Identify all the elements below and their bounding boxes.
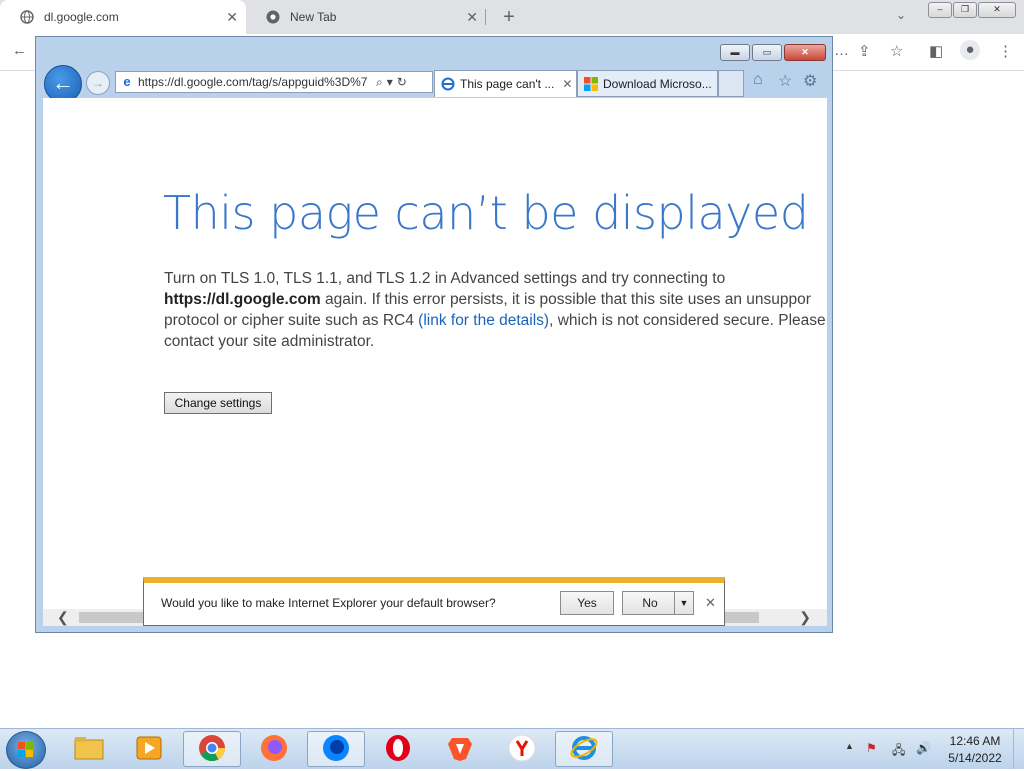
start-button[interactable]: [6, 731, 46, 769]
notification-text: Would you like to make Internet Explorer…: [161, 596, 496, 610]
ie-tab-label: This page can't ...: [460, 77, 555, 91]
favorites-star-icon[interactable]: ☆: [778, 71, 792, 91]
more-icon[interactable]: …: [834, 42, 849, 59]
home-icon[interactable]: ⌂: [753, 71, 763, 89]
error-line-4: contact your site administrator.: [164, 333, 375, 350]
menu-kebab-icon[interactable]: ⋮: [998, 42, 1013, 60]
details-link[interactable]: (link for the details): [418, 312, 549, 329]
firefox-developer-icon: [322, 734, 350, 765]
taskbar-brave[interactable]: [431, 731, 489, 767]
internet-explorer-window: ▬ ▭ ✕ ← → e https://dl.google.com/tag/s/…: [35, 36, 833, 633]
no-button[interactable]: No ▼: [622, 591, 694, 615]
no-button-label: No: [642, 596, 658, 610]
system-clock[interactable]: 12:46 AM 5/14/2022: [940, 733, 1010, 767]
action-center-flag-icon[interactable]: ⚑: [866, 741, 877, 755]
chrome-tab-dl-google[interactable]: dl.google.com ✕: [0, 0, 246, 34]
page-title: This page can’t be displayed: [163, 186, 809, 240]
side-panel-icon[interactable]: ◧: [929, 42, 943, 60]
ie-maximize-button[interactable]: ▭: [752, 44, 782, 61]
taskbar-file-explorer[interactable]: [60, 731, 118, 767]
close-tab-icon[interactable]: ✕: [562, 77, 572, 91]
error-line-2-text: again. If this error persists, it is pos…: [320, 291, 811, 308]
ie-page-icon: [441, 77, 455, 91]
taskbar: ▲ ⚑ 🖧 🔊 12:46 AM 5/14/2022: [0, 728, 1024, 769]
clock-time: 12:46 AM: [949, 734, 1001, 748]
bookmark-star-icon[interactable]: ☆: [890, 42, 903, 60]
ie-close-button[interactable]: ✕: [784, 44, 826, 61]
chrome-tab-new-tab[interactable]: New Tab ✕: [246, 0, 486, 34]
yandex-icon: [508, 734, 536, 765]
forward-button[interactable]: →: [86, 71, 110, 95]
chrome-close-button[interactable]: ✕: [978, 2, 1016, 18]
chrome-minimize-button[interactable]: –: [928, 2, 952, 18]
error-line-2: https://dl.google.com again. If this err…: [164, 289, 827, 310]
profile-avatar-icon[interactable]: ●: [960, 40, 980, 60]
ie-caption-buttons: ▬ ▭ ✕: [718, 44, 826, 61]
scroll-left-arrow-icon[interactable]: ❮: [57, 609, 69, 626]
chrome-tab-label: New Tab: [290, 10, 337, 24]
error-line-3-tail: , which is not considered secure. Please: [549, 312, 826, 329]
error-line-3-text: protocol or cipher suite such as RC4: [164, 312, 419, 329]
brave-icon: [446, 734, 474, 765]
taskbar-opera[interactable]: [369, 731, 427, 767]
ie-new-tab-button[interactable]: [718, 70, 744, 97]
refresh-icon[interactable]: ↻: [397, 75, 407, 89]
back-arrow-icon[interactable]: ←: [12, 42, 27, 59]
address-bar[interactable]: e https://dl.google.com/tag/s/appguid%3D…: [115, 71, 433, 93]
yes-button[interactable]: Yes: [560, 591, 614, 615]
taskbar-firefox[interactable]: [245, 731, 303, 767]
scroll-right-arrow-icon[interactable]: ❯: [799, 609, 811, 626]
ie-logo-icon: e: [123, 74, 131, 89]
change-settings-button[interactable]: Change settings: [164, 392, 272, 414]
tab-search-chevron-icon[interactable]: ⌄: [896, 8, 906, 22]
network-icon[interactable]: 🖧: [892, 741, 905, 762]
globe-icon: [20, 10, 34, 24]
chrome-tab-label: dl.google.com: [44, 10, 119, 24]
new-tab-button[interactable]: +: [500, 6, 518, 29]
taskbar-yandex[interactable]: [493, 731, 551, 767]
default-browser-notification: Would you like to make Internet Explorer…: [143, 577, 725, 626]
error-host: https://dl.google.com: [164, 291, 321, 308]
close-icon[interactable]: ✕: [705, 595, 716, 611]
volume-icon[interactable]: 🔊: [916, 741, 931, 755]
search-icon[interactable]: ⌕: [376, 75, 383, 90]
microsoft-logo-icon: [584, 76, 598, 91]
gear-icon[interactable]: ⚙: [803, 71, 817, 91]
chevron-down-icon[interactable]: ▼: [674, 592, 693, 614]
share-icon[interactable]: ⇪: [858, 42, 871, 60]
address-text[interactable]: https://dl.google.com/tag/s/appguid%3D%7: [138, 75, 372, 89]
show-desktop-button[interactable]: [1013, 729, 1024, 769]
chrome-icon: [198, 734, 226, 765]
close-tab-icon[interactable]: ✕: [466, 9, 478, 26]
taskbar-firefox-developer[interactable]: [307, 731, 365, 767]
error-message: Turn on TLS 1.0, TLS 1.1, and TLS 1.2 in…: [164, 268, 827, 352]
clock-date: 5/14/2022: [948, 751, 1002, 765]
error-line-3: protocol or cipher suite such as RC4 (li…: [164, 310, 827, 331]
chrome-tab-strip: dl.google.com ✕ New Tab ✕ + ⌄ – ❐ ✕: [0, 0, 1024, 34]
opera-icon: [384, 734, 412, 765]
page-content: This page can’t be displayed Turn on TLS…: [43, 98, 827, 609]
folder-icon: [74, 735, 104, 764]
ie-tab-download-microsoft[interactable]: Download Microso...: [577, 70, 718, 97]
error-line-1: Turn on TLS 1.0, TLS 1.1, and TLS 1.2 in…: [164, 270, 726, 287]
firefox-icon: [260, 734, 288, 765]
show-hidden-icons-icon[interactable]: ▲: [845, 741, 854, 751]
internet-explorer-icon: [569, 733, 599, 766]
ie-tab-error-page[interactable]: This page can't ... ✕: [434, 70, 577, 97]
media-player-icon: [135, 734, 163, 765]
ie-tab-label: Download Microso...: [603, 76, 712, 91]
chrome-icon: [266, 10, 280, 24]
taskbar-media-player[interactable]: [120, 731, 178, 767]
taskbar-internet-explorer[interactable]: [555, 731, 613, 767]
ie-minimize-button[interactable]: ▬: [720, 44, 750, 61]
close-tab-icon[interactable]: ✕: [226, 9, 238, 26]
taskbar-chrome[interactable]: [183, 731, 241, 767]
chrome-restore-button[interactable]: ❐: [953, 2, 977, 18]
chevron-down-icon[interactable]: ▾: [387, 75, 393, 89]
